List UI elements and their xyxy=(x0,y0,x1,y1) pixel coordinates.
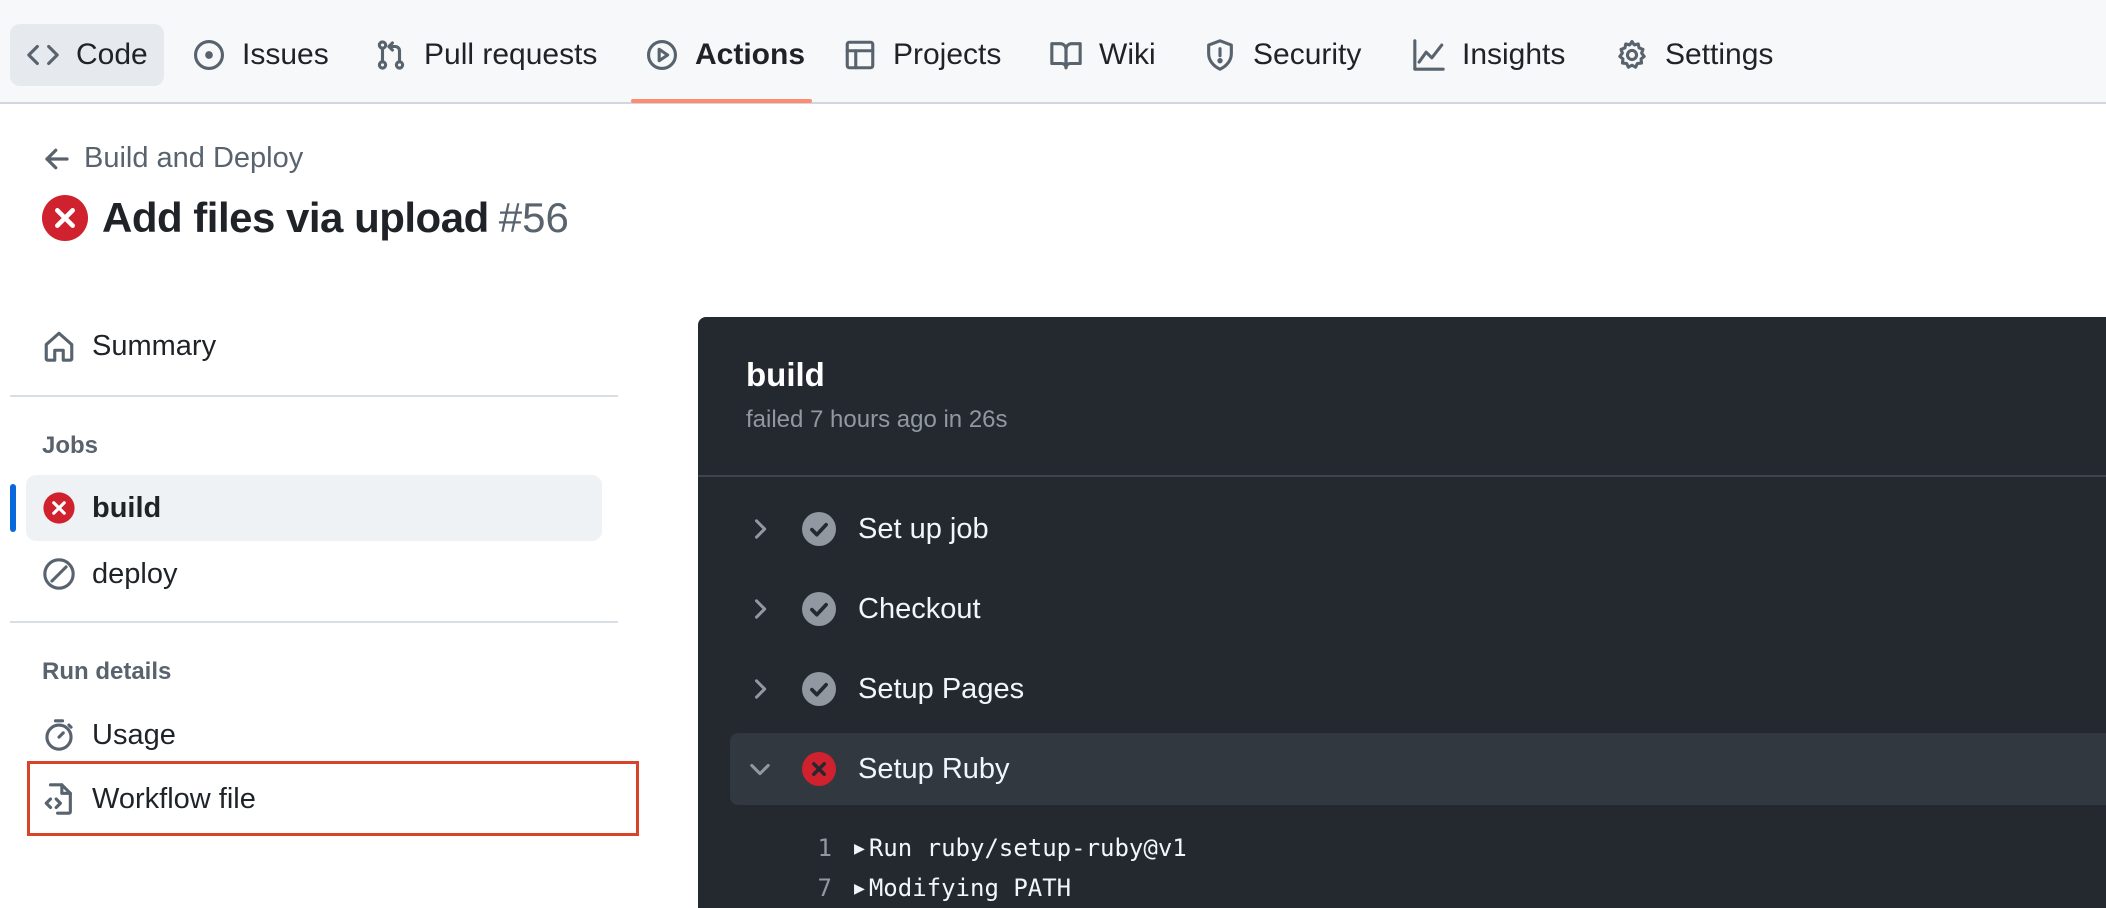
run-title: Add files via upload xyxy=(102,194,489,241)
tab-pull-requests[interactable]: Pull requests xyxy=(374,24,597,86)
back-link-label: Build and Deploy xyxy=(84,142,304,174)
tab-settings[interactable]: Settings xyxy=(1615,24,1773,86)
caret-right-icon: ▶ xyxy=(854,877,865,899)
tab-code-label: Code xyxy=(76,38,148,71)
selected-job-indicator xyxy=(10,484,16,532)
chevron-right-icon xyxy=(754,679,767,699)
sidebar-job-build[interactable]: build xyxy=(42,491,161,525)
log-line-number: 1 xyxy=(817,834,832,862)
tab-wiki-label: Wiki xyxy=(1099,38,1156,71)
sidebar-divider xyxy=(10,621,618,623)
chevron-down-icon xyxy=(750,763,770,776)
graph-icon xyxy=(1413,39,1445,71)
tab-actions[interactable]: Actions xyxy=(645,24,805,86)
check-circle-fill-icon xyxy=(802,512,836,546)
step-label: Checkout xyxy=(858,592,981,625)
step-setup-ruby[interactable]: Setup Ruby xyxy=(746,741,1010,797)
step-label: Set up job xyxy=(858,512,989,545)
tab-issues-label: Issues xyxy=(242,38,329,71)
pull-request-icon xyxy=(377,40,405,70)
log-line[interactable]: 1 ▶ Run ruby/setup-ruby@v1 xyxy=(772,830,1187,866)
log-line-number: 7 xyxy=(817,874,832,902)
issue-icon xyxy=(193,39,225,71)
gear-icon xyxy=(1618,39,1646,69)
run-number: #56 xyxy=(498,194,569,241)
workflow-file-highlight xyxy=(27,761,639,836)
chevron-right-icon xyxy=(754,599,767,619)
sidebar-job-deploy[interactable]: deploy xyxy=(42,557,177,591)
sidebar-summary-label: Summary xyxy=(92,329,217,362)
sidebar-usage-label: Usage xyxy=(92,718,176,751)
job-build-label: build xyxy=(92,491,162,524)
home-icon xyxy=(44,331,74,362)
table-icon xyxy=(845,40,875,70)
x-circle-fill-icon xyxy=(43,492,75,524)
active-tab-underline xyxy=(631,99,812,103)
x-circle-fill-icon xyxy=(42,195,88,241)
back-to-workflow-link[interactable]: Build and Deploy xyxy=(42,142,303,175)
log-line[interactable]: 7 ▶ Modifying PATH xyxy=(772,870,1072,906)
jobs-heading: Jobs xyxy=(42,432,99,459)
job-deploy-label: deploy xyxy=(92,557,178,590)
check-circle-fill-icon xyxy=(802,672,836,706)
log-line-text: Run ruby/setup-ruby@v1 xyxy=(868,834,1187,862)
check-circle-fill-icon xyxy=(802,592,836,626)
shield-icon xyxy=(1207,39,1233,71)
book-icon xyxy=(1050,42,1082,70)
step-checkout[interactable]: Checkout xyxy=(746,581,981,637)
skip-icon xyxy=(43,558,75,590)
log-header-divider xyxy=(698,475,2106,477)
tab-code[interactable]: Code xyxy=(10,24,164,86)
run-details-heading: Run details xyxy=(42,658,172,685)
sidebar-item-usage[interactable]: Usage xyxy=(42,718,176,752)
play-icon xyxy=(646,39,678,71)
step-label: Setup Ruby xyxy=(858,752,1010,785)
step-label: Setup Pages xyxy=(858,672,1025,705)
tab-projects-label: Projects xyxy=(893,38,1002,71)
code-icon xyxy=(27,44,59,66)
page-title: Add files via upload #56 xyxy=(42,194,569,242)
tab-wiki[interactable]: Wiki xyxy=(1049,24,1156,86)
arrow-left-icon xyxy=(45,148,69,169)
sidebar-item-summary[interactable]: Summary xyxy=(42,329,216,363)
tab-issues[interactable]: Issues xyxy=(192,24,329,86)
job-status-meta: failed 7 hours ago in 26s xyxy=(746,406,1008,433)
tab-security-label: Security xyxy=(1253,38,1362,71)
x-circle-fill-icon xyxy=(802,752,836,786)
step-setup-pages[interactable]: Setup Pages xyxy=(746,661,1024,717)
tab-pull-requests-label: Pull requests xyxy=(424,38,598,71)
job-name: build xyxy=(746,356,825,393)
tab-security[interactable]: Security xyxy=(1203,24,1361,86)
stopwatch-icon xyxy=(45,719,73,751)
caret-right-icon: ▶ xyxy=(854,837,865,859)
chevron-right-icon xyxy=(754,519,767,539)
tab-settings-label: Settings xyxy=(1665,38,1774,71)
tab-insights-label: Insights xyxy=(1462,38,1566,71)
tab-projects[interactable]: Projects xyxy=(843,24,1001,86)
step-set-up-job[interactable]: Set up job xyxy=(746,501,989,557)
tab-insights[interactable]: Insights xyxy=(1412,24,1565,86)
sidebar-divider xyxy=(10,395,618,397)
log-line-text: Modifying PATH xyxy=(868,874,1072,902)
tab-actions-label: Actions xyxy=(695,38,806,71)
repo-nav: Code Issues Pull requests Actions Projec… xyxy=(0,0,2106,104)
